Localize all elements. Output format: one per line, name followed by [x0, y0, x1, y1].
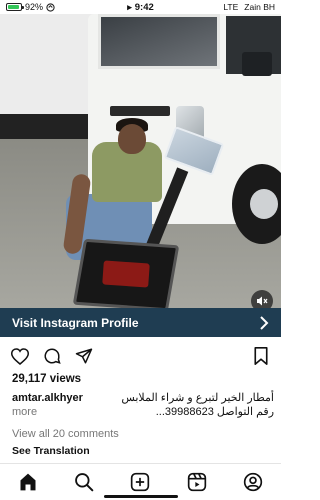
send-icon	[75, 348, 93, 364]
home-indicator[interactable]	[104, 495, 178, 498]
man-head	[118, 124, 146, 154]
mute-button[interactable]	[251, 290, 273, 308]
tab-reels[interactable]	[187, 472, 207, 492]
post-video[interactable]	[0, 14, 281, 308]
caption-more-link[interactable]: more	[12, 405, 37, 419]
visit-profile-banner[interactable]: Visit Instagram Profile	[0, 308, 281, 337]
clock: 9:42	[134, 1, 154, 13]
chevron-right-icon	[260, 315, 269, 330]
battery-percent: 92%	[25, 2, 44, 12]
scale-logo	[102, 260, 150, 288]
share-button[interactable]	[74, 346, 94, 366]
status-bar: 92% ▸ 9:42 LTE Zain BH	[0, 0, 281, 14]
tab-create[interactable]	[130, 472, 150, 492]
network-type: LTE	[223, 2, 239, 12]
battery-icon	[6, 3, 24, 11]
status-left: 92%	[6, 2, 127, 12]
create-icon	[131, 472, 150, 492]
tab-profile[interactable]	[243, 472, 263, 492]
like-button[interactable]	[10, 346, 30, 366]
comment-icon	[44, 348, 61, 364]
save-button[interactable]	[251, 346, 271, 366]
home-icon	[20, 473, 36, 491]
view-count: 29,117 views	[12, 373, 82, 385]
wifi-icon: ▸	[127, 1, 132, 12]
truck-hub	[250, 189, 278, 219]
screen-lock-icon	[46, 2, 55, 12]
visit-profile-label: Visit Instagram Profile	[12, 315, 139, 330]
see-translation-link[interactable]: See Translation	[12, 445, 90, 457]
post-username[interactable]: amtar.alkhyer	[12, 391, 83, 405]
caption-line-1: أمطار الخير لتبرع و شراء الملابس	[121, 392, 274, 404]
comment-button[interactable]	[42, 346, 62, 366]
tab-home[interactable]	[18, 472, 38, 492]
status-center: ▸ 9:42	[127, 2, 154, 13]
post-actions	[0, 345, 281, 367]
search-icon	[75, 473, 94, 492]
caption-line-2: رقم التواصل 39988623...	[155, 406, 274, 418]
view-comments-link[interactable]: View all 20 comments	[12, 428, 119, 440]
post-caption: amtar.alkhyer أمطار الخير لتبرع و شراء ا…	[12, 391, 274, 419]
tab-search[interactable]	[74, 472, 94, 492]
speaker-muted-icon	[257, 296, 268, 306]
bookmark-icon	[254, 347, 268, 365]
reels-icon	[187, 472, 206, 492]
truck-grille	[110, 106, 170, 116]
heart-icon	[11, 347, 29, 365]
carrier-name: Zain BH	[244, 2, 276, 12]
truck-mirror	[242, 52, 272, 76]
profile-icon	[243, 472, 263, 492]
status-right: LTE Zain BH	[154, 2, 275, 12]
truck-windshield	[98, 14, 220, 69]
